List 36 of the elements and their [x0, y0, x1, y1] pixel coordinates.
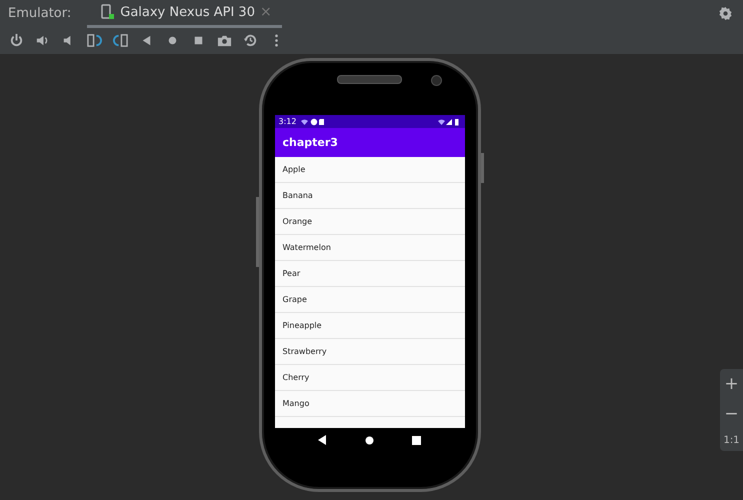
settings-icon[interactable] [718, 6, 733, 21]
rotate-right-icon [113, 33, 128, 48]
power-button[interactable] [8, 32, 25, 49]
phone-icon [101, 4, 116, 20]
camera-icon [217, 33, 232, 48]
list-item[interactable]: Strawberry [274, 339, 464, 365]
home-icon[interactable] [365, 436, 374, 444]
zoom-out-button[interactable]: − [724, 404, 739, 424]
list-item[interactable]: Cherry [274, 365, 464, 391]
list-item[interactable]: Pineapple [274, 313, 464, 339]
list-item[interactable]: Grape [274, 287, 464, 313]
power-icon [9, 33, 24, 48]
rotate-left-button[interactable] [86, 32, 103, 49]
volume-up-icon [35, 33, 50, 48]
device-tab[interactable]: Galaxy Nexus API 30 × [87, 0, 282, 28]
list-item[interactable]: Banana [274, 183, 464, 209]
actual-size-button[interactable]: 1:1 [723, 434, 740, 446]
snapshot-button[interactable] [242, 32, 259, 49]
speaker-grille [337, 75, 402, 84]
list-item[interactable]: Orange [274, 209, 464, 235]
app-title: chapter3 [282, 136, 338, 149]
signal-battery-icons [436, 118, 460, 126]
list-item[interactable]: Mango [274, 391, 464, 417]
back-icon[interactable] [318, 435, 327, 445]
snapshot-icon [243, 33, 258, 48]
list-item[interactable]: Pear [274, 261, 464, 287]
overview-icon[interactable] [412, 436, 421, 444]
status-time: 3:12 [278, 117, 296, 126]
list-item[interactable]: Apple [274, 157, 464, 183]
list-item[interactable]: Watermelon [274, 235, 464, 261]
tab-title: Galaxy Nexus API 30 [120, 4, 255, 20]
emulator-label: Emulator: [8, 6, 72, 21]
zoom-in-button[interactable]: + [724, 374, 739, 394]
camera-lens [430, 75, 442, 86]
rotate-left-icon [87, 33, 102, 48]
rotate-right-button[interactable] [112, 32, 129, 49]
